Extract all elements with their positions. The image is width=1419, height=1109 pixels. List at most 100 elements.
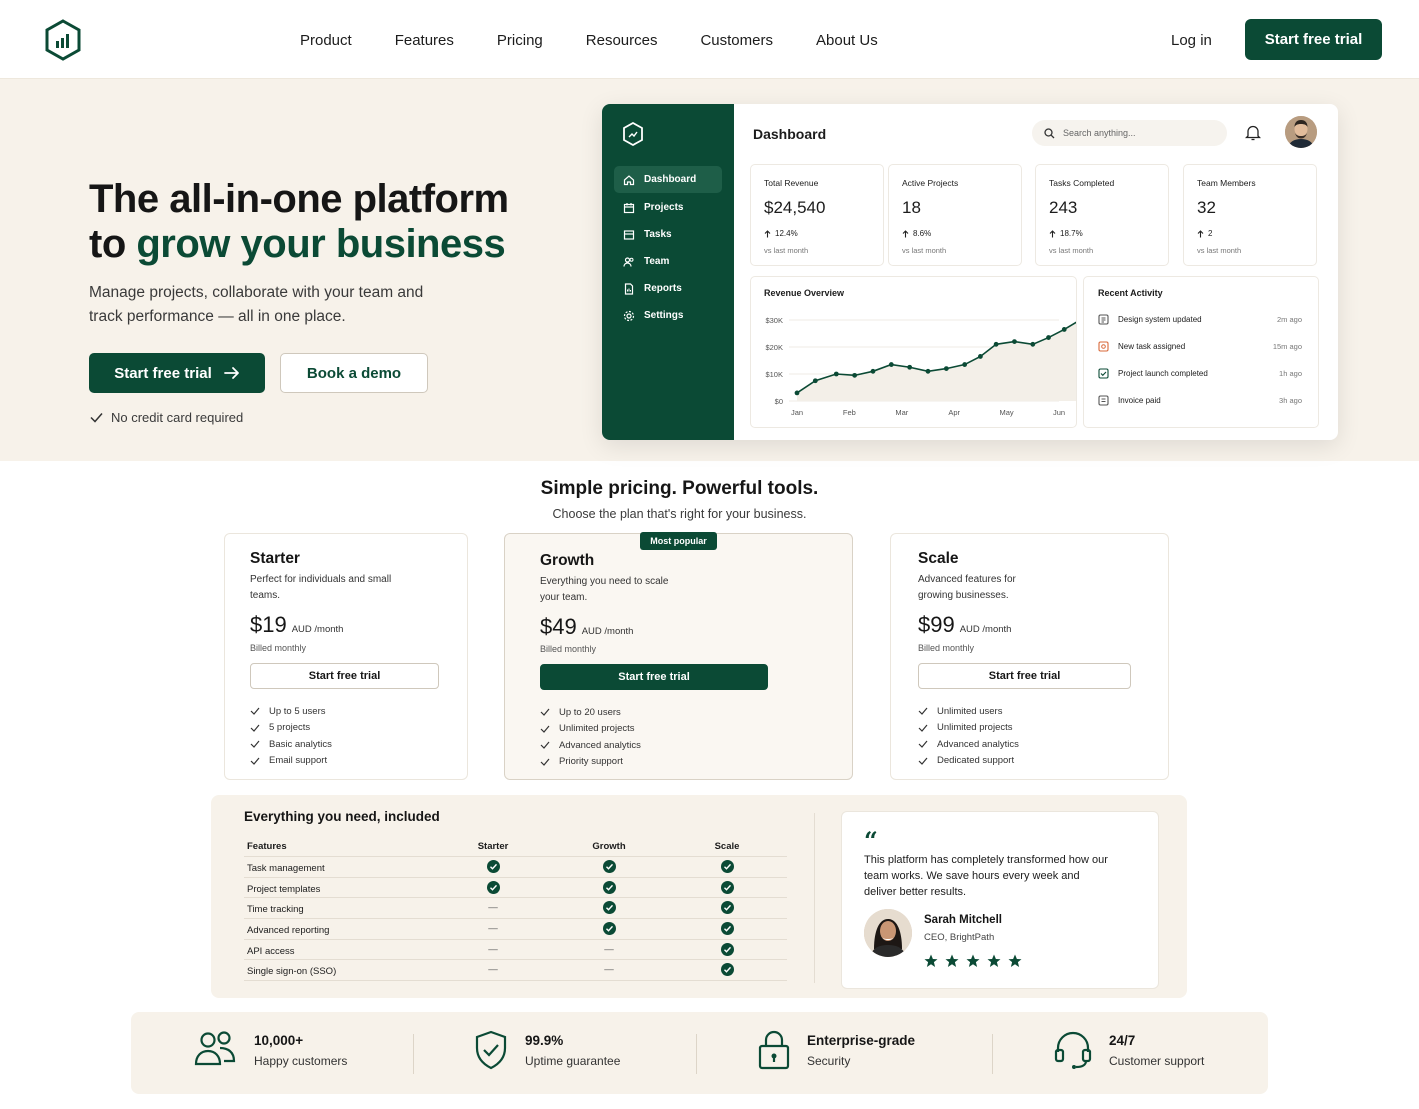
- stat-change-value: 12.4%: [775, 229, 798, 238]
- stat-value: 243: [1049, 198, 1078, 217]
- dashboard-preview: Dashboard Projects Tasks Team Reports Se…: [602, 104, 1338, 440]
- document-icon: [1098, 313, 1109, 325]
- stat-title: 99.9%: [525, 1032, 564, 1048]
- plan-start-trial-button[interactable]: Start free trial: [540, 664, 768, 690]
- check-icon: [540, 725, 550, 733]
- plan-billing: Billed monthly: [918, 643, 975, 653]
- sidebar-item-dashboard[interactable]: Dashboard: [614, 166, 722, 193]
- plan-features: Up to 5 users 5 projects Basic analytics…: [250, 703, 332, 769]
- sidebar-item-team[interactable]: Team: [614, 248, 722, 275]
- comparison-row: API access — —: [244, 940, 787, 961]
- plan-feature: Unlimited projects: [540, 721, 641, 738]
- plan-start-trial-button[interactable]: Start free trial: [918, 663, 1131, 689]
- stat-subtitle: Customer support: [1109, 1053, 1205, 1068]
- user-avatar[interactable]: [1285, 116, 1317, 148]
- dashboard-logo-icon: [622, 122, 644, 146]
- revenue-line-chart: $0 $10K $20K $30K Jan Feb Mar Apr May Jun: [765, 316, 1076, 417]
- stat-uptime: 99.9% Uptime guarantee: [473, 1030, 620, 1070]
- activity-item[interactable]: New task assigned 15m ago: [1098, 338, 1302, 354]
- search-placeholder: Search anything...: [1063, 128, 1136, 138]
- nav-link-pricing[interactable]: Pricing: [497, 32, 543, 49]
- sidebar-item-settings[interactable]: Settings: [614, 302, 722, 329]
- check-circle-icon: [589, 860, 629, 873]
- activity-item[interactable]: Design system updated 2m ago: [1098, 311, 1302, 327]
- plan-feature: Up to 20 users: [540, 704, 641, 721]
- sidebar-item-tasks[interactable]: Tasks: [614, 221, 722, 248]
- x-tick-label: Apr: [948, 408, 960, 417]
- revenue-point: [993, 341, 999, 347]
- activity-item[interactable]: Project launch completed 1h ago: [1098, 365, 1302, 381]
- stat-value: 32: [1197, 198, 1216, 217]
- check-square-icon: [1098, 367, 1109, 379]
- x-tick-label: Jun: [1053, 408, 1065, 417]
- nav-link-resources[interactable]: Resources: [586, 32, 658, 49]
- hero-start-trial-button[interactable]: Start free trial: [89, 353, 265, 393]
- plan-feature: Unlimited projects: [918, 720, 1019, 737]
- plan-start-trial-button[interactable]: Start free trial: [250, 663, 439, 689]
- arrow-right-icon: [223, 366, 240, 380]
- plan-description: Advanced features for growing businesses…: [918, 574, 1016, 601]
- hero-title: The all-in-one platform to grow your bus…: [89, 177, 509, 267]
- stat-change: 12.4%: [764, 229, 798, 238]
- comparison-section: Everything you need, included Features S…: [211, 795, 1187, 998]
- header-scale: Scale: [714, 841, 740, 852]
- check-circle-icon: [589, 880, 629, 894]
- revenue-point: [794, 390, 800, 396]
- activity-item[interactable]: Invoice paid 3h ago: [1098, 392, 1302, 408]
- hero-start-trial-label: Start free trial: [114, 364, 212, 382]
- book-demo-button[interactable]: Book a demo: [280, 353, 428, 393]
- testimonial-quote: This platform has completely transformed…: [864, 854, 1108, 898]
- tasks-icon: [623, 229, 635, 241]
- task-icon: [1098, 340, 1109, 352]
- plan-feature-text: Dedicated support: [937, 755, 1015, 767]
- rating-stars: [924, 954, 1022, 968]
- plan-feature-text: Up to 5 users: [269, 705, 326, 717]
- nav-link-about[interactable]: About Us: [816, 32, 878, 49]
- plan-feature-text: 5 projects: [269, 722, 311, 734]
- activity-text: Project launch completed: [1118, 368, 1208, 378]
- revenue-point: [852, 372, 858, 378]
- check-circle-icon: [589, 901, 629, 915]
- arrow-up-icon: [1197, 229, 1204, 238]
- testimonial-name: Sarah Mitchell: [924, 914, 1002, 926]
- nav-link-customers[interactable]: Customers: [700, 32, 773, 49]
- dashboard-search-input[interactable]: Search anything...: [1032, 120, 1227, 146]
- stat-label: Team Members: [1197, 178, 1256, 188]
- stat-change-value: 18.7%: [1060, 229, 1083, 238]
- plan-description: Perfect for individuals and small teams.: [250, 574, 392, 601]
- activity-text: Design system updated: [1118, 314, 1202, 324]
- check-icon: [250, 740, 260, 749]
- check-circle-icon: [707, 963, 747, 977]
- nav-start-trial-button[interactable]: Start free trial: [1245, 19, 1382, 60]
- stat-change-value: 2: [1208, 229, 1213, 238]
- revenue-point: [943, 366, 949, 371]
- sidebar-item-projects[interactable]: Projects: [614, 194, 722, 221]
- logo-icon[interactable]: [44, 19, 82, 61]
- stat-sub: vs last month: [1197, 246, 1242, 255]
- login-link[interactable]: Log in: [1171, 32, 1212, 49]
- plan-billing: Billed monthly: [540, 644, 597, 654]
- y-tick-label: $30K: [765, 316, 783, 325]
- star-icon: [1008, 954, 1022, 968]
- nav-link-features[interactable]: Features: [395, 32, 454, 49]
- y-tick-label: $0: [775, 397, 783, 406]
- nav-link-product[interactable]: Product: [300, 32, 352, 49]
- sidebar-item-reports[interactable]: Reports: [614, 275, 722, 302]
- bell-icon[interactable]: [1245, 124, 1261, 141]
- section-divider: [814, 813, 815, 983]
- top-nav: Product Features Pricing Resources Custo…: [0, 0, 1419, 79]
- stat-security: Enterprise-grade Security: [757, 1030, 915, 1070]
- comparison-row: Single sign-on (SSO) — —: [244, 960, 787, 982]
- check-icon: [540, 741, 550, 750]
- lock-icon: [757, 1030, 791, 1070]
- check-icon: [540, 758, 550, 766]
- dash-icon: —: [488, 923, 498, 935]
- sidebar-label: Projects: [644, 202, 684, 213]
- check-icon: [250, 724, 260, 732]
- plan-feature: Advanced analytics: [918, 736, 1019, 753]
- sidebar-label: Team: [644, 256, 670, 267]
- gear-icon: [623, 310, 635, 322]
- stat-subtitle: Security: [807, 1053, 851, 1068]
- plan-description: Everything you need to scale your team.: [540, 576, 669, 603]
- team-icon: [623, 256, 635, 268]
